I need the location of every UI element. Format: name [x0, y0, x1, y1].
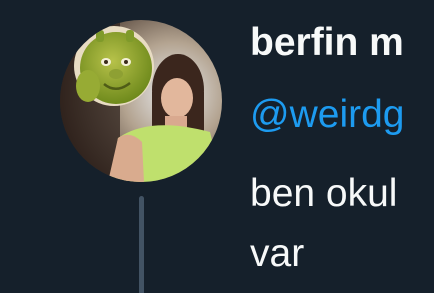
profile-photo — [60, 20, 222, 182]
author-display-name[interactable]: berfin m — [250, 20, 404, 66]
avatar[interactable] — [60, 20, 222, 182]
thread-connector-line — [139, 196, 144, 293]
tweet: berfin m @weirdg ben okul var — [0, 0, 434, 293]
tweet-text: ben okul var — [250, 172, 398, 275]
author-handle[interactable]: @weirdg — [250, 92, 404, 138]
